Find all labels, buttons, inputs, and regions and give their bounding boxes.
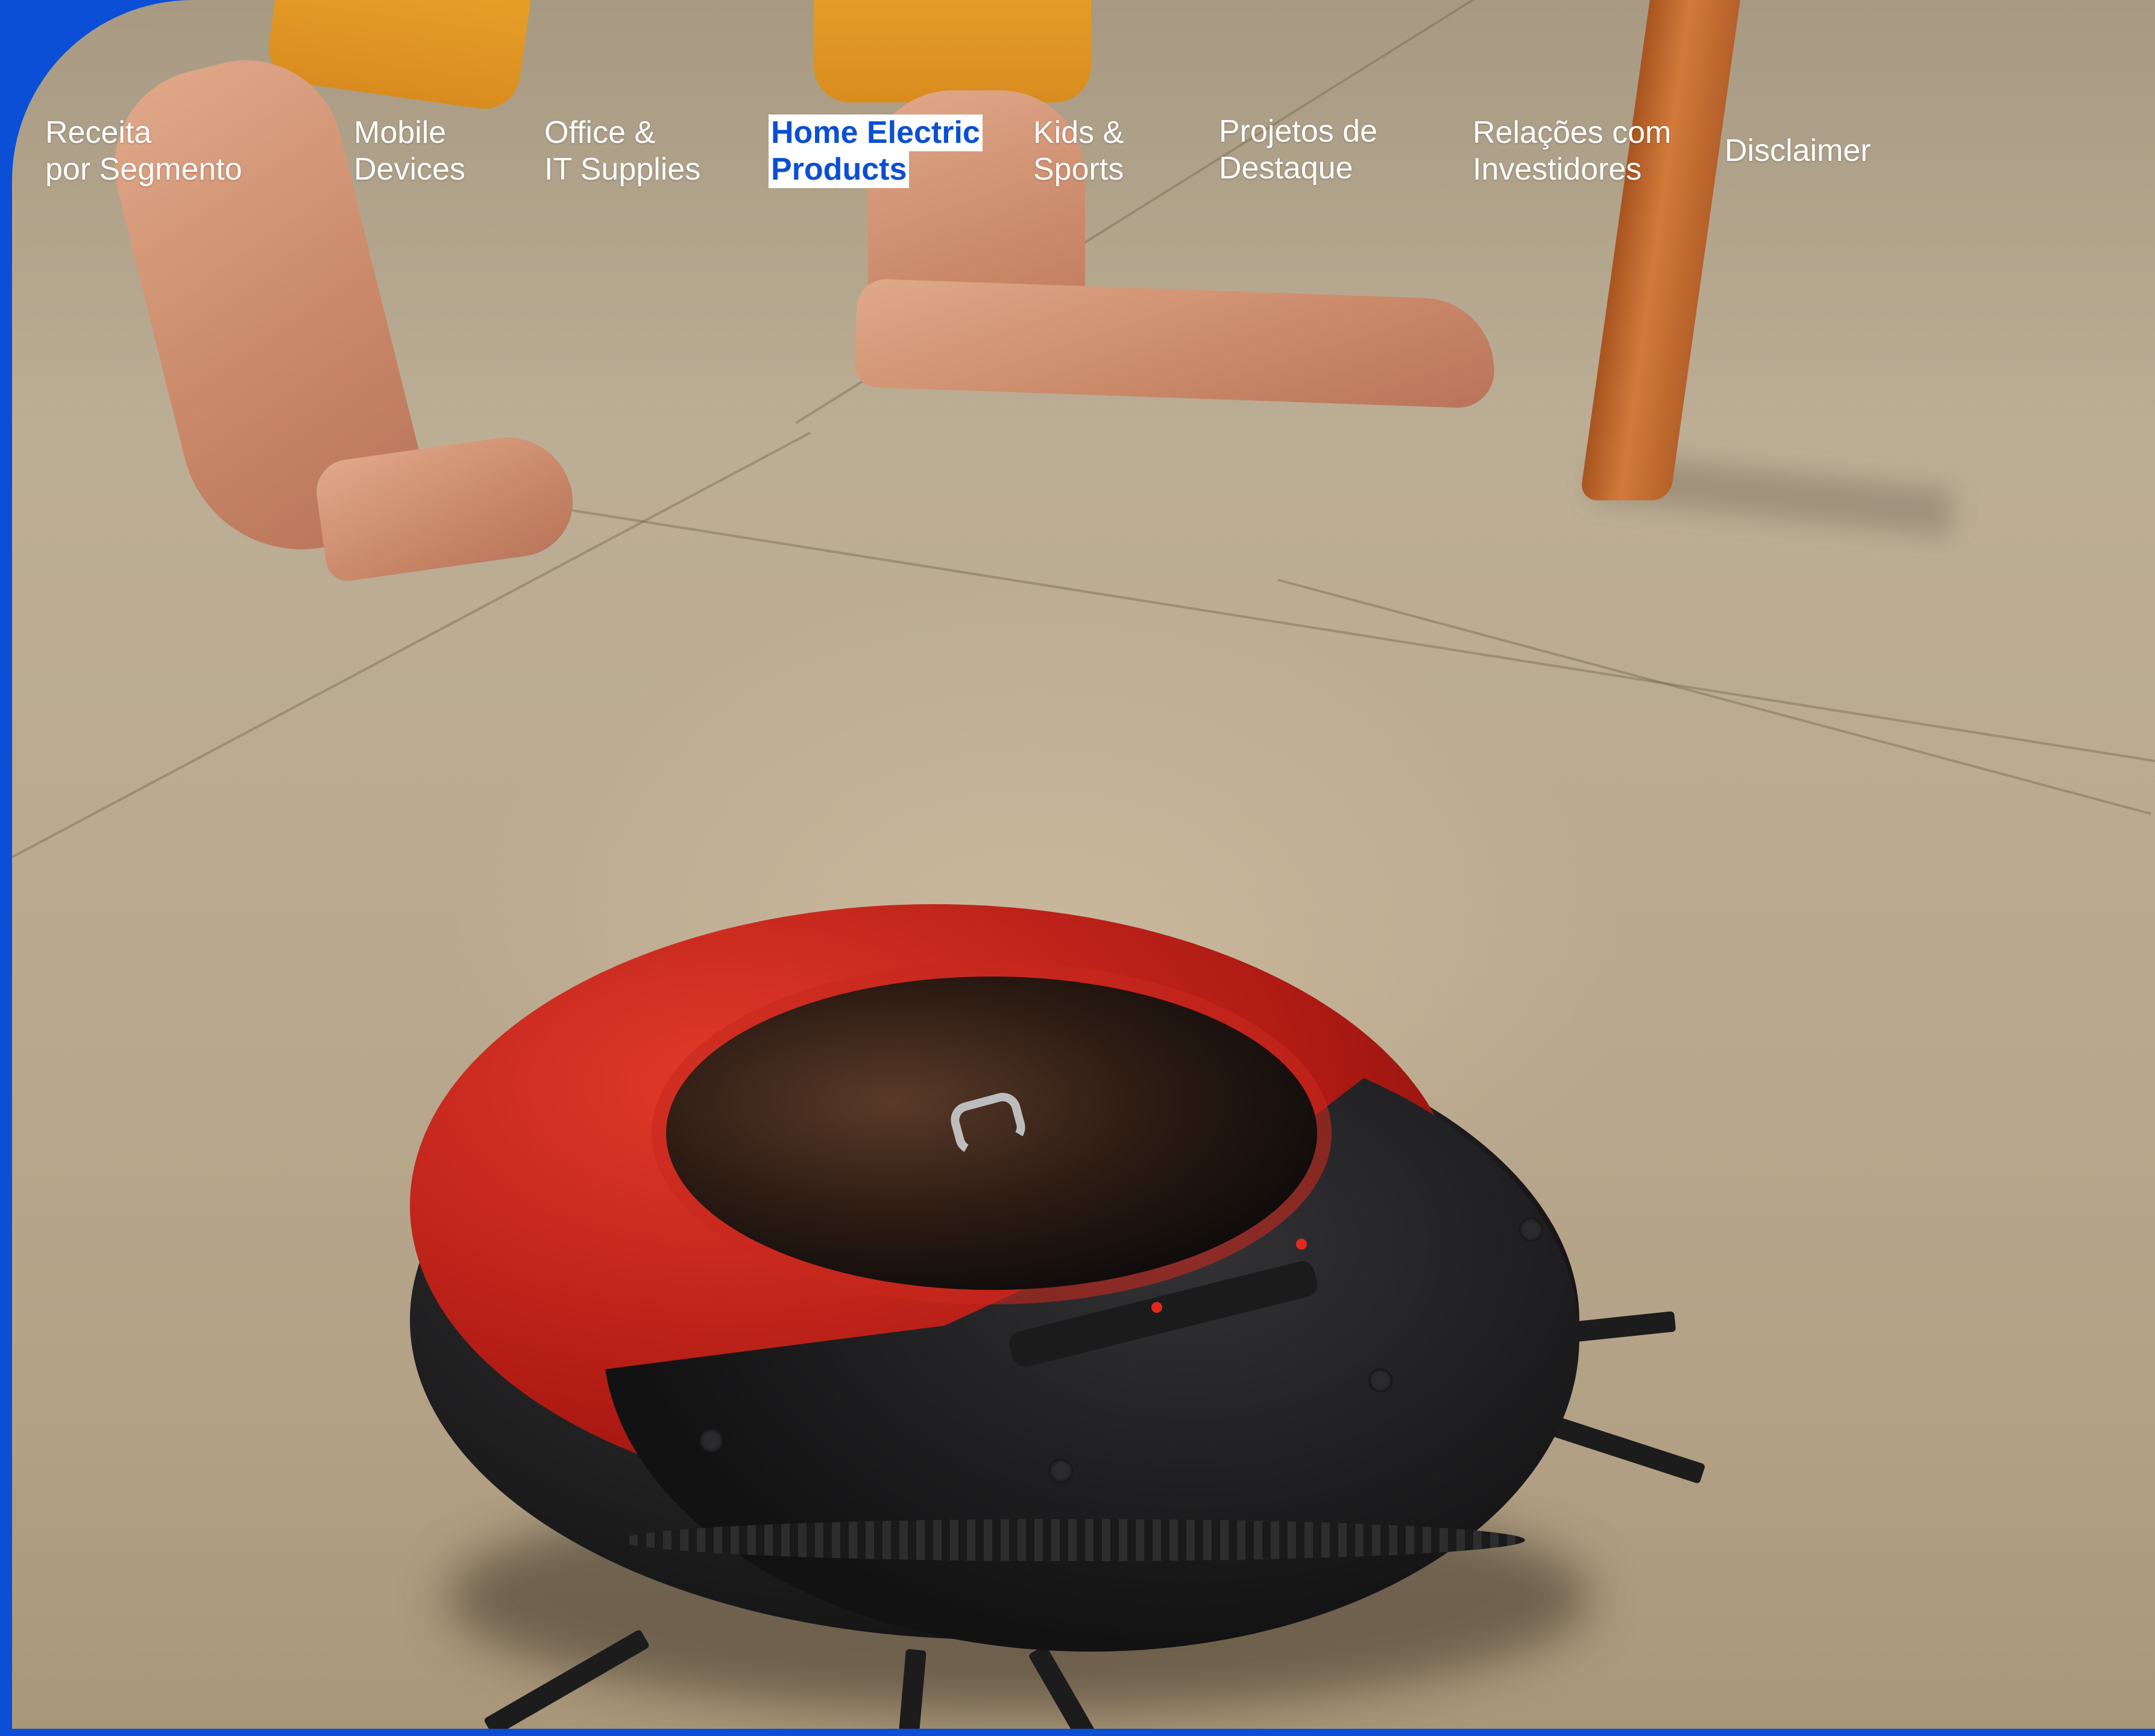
robot-screw: [699, 1429, 723, 1453]
nav-item-home-electric-products[interactable]: Home Electric Products: [769, 115, 983, 188]
bottom-brand-strip: [0, 1729, 2155, 1736]
nav-item-receita-por-segmento[interactable]: Receita por Segmento: [45, 115, 242, 188]
floor-seam: [554, 506, 2155, 764]
nav-item-label: Sports: [1033, 152, 1124, 187]
nav-item-label: Projetos de: [1219, 114, 1378, 149]
nav-item-disclaimer[interactable]: Disclaimer: [1725, 133, 1871, 169]
right-sole: [854, 278, 1497, 409]
main-nav: Receita por Segmento Mobile Devices Offi…: [0, 113, 2155, 205]
nav-item-label: Home Electric: [769, 115, 983, 151]
hero-photo: [12, 0, 2155, 1729]
nav-item-office-it-supplies[interactable]: Office & IT Supplies: [544, 115, 700, 188]
nav-item-label: Devices: [354, 152, 465, 187]
nav-item-label: Receita: [45, 115, 152, 150]
robot-screw: [1368, 1368, 1392, 1392]
nav-item-label: Office &: [544, 115, 656, 150]
chair-leg: [1579, 0, 1742, 500]
robot-screw: [1049, 1459, 1073, 1483]
floor-seam: [1277, 579, 2152, 816]
robot-led-icon: [1151, 1302, 1162, 1313]
nav-item-label: IT Supplies: [544, 152, 701, 187]
right-pant-leg: [814, 0, 1091, 102]
nav-item-label: Relações com: [1473, 115, 1672, 150]
nav-item-label: Mobile: [354, 115, 447, 150]
nav-item-kids-sports[interactable]: Kids & Sports: [1033, 115, 1124, 188]
nav-item-label: Investidores: [1473, 152, 1642, 187]
nav-item-projetos-de-destaque[interactable]: Projetos de Destaque: [1219, 113, 1377, 187]
nav-item-label: Destaque: [1219, 151, 1353, 186]
slide-page: Receita por Segmento Mobile Devices Offi…: [0, 0, 2155, 1736]
nav-item-relacoes-com-investidores[interactable]: Relações com Investidores: [1473, 115, 1671, 188]
nav-item-mobile-devices[interactable]: Mobile Devices: [354, 115, 465, 188]
nav-item-label: Kids &: [1033, 115, 1124, 150]
robot-led-icon: [1296, 1239, 1307, 1250]
nav-item-label: por Segmento: [45, 152, 242, 187]
nav-item-label: Disclaimer: [1725, 133, 1871, 168]
robot-tread: [621, 1519, 1525, 1561]
robot-screw: [1519, 1218, 1543, 1242]
nav-item-label: Products: [769, 151, 910, 188]
